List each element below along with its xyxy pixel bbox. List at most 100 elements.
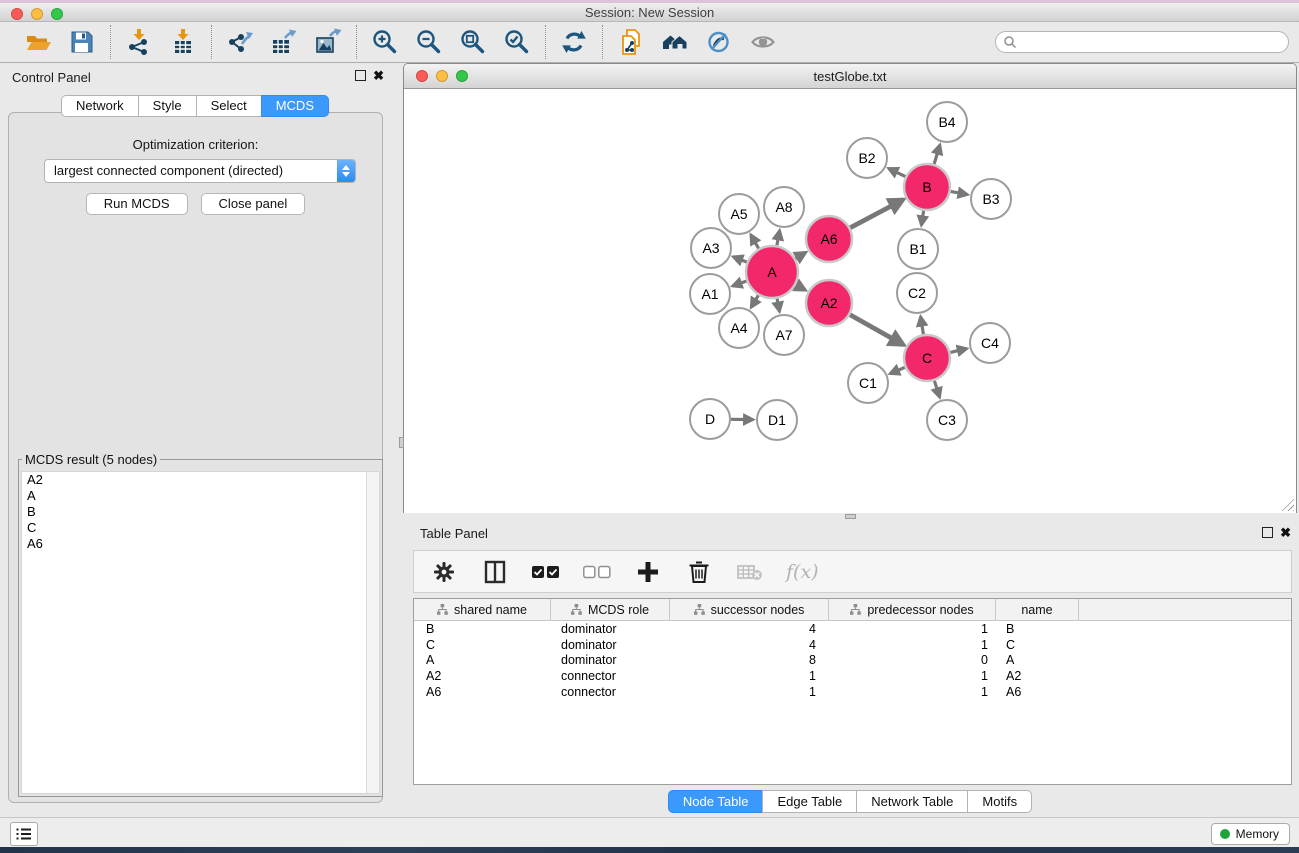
table-cell[interactable]: B bbox=[996, 622, 1079, 636]
tab-select[interactable]: Select bbox=[196, 95, 262, 117]
table-cell[interactable]: A2 bbox=[414, 669, 551, 683]
table-cell[interactable]: C bbox=[414, 638, 551, 652]
edge-A-A7[interactable] bbox=[777, 299, 779, 312]
tab-motifs[interactable]: Motifs bbox=[967, 790, 1032, 813]
hide-graphics-details-icon[interactable] bbox=[704, 27, 734, 57]
result-item[interactable]: A2 bbox=[22, 472, 379, 488]
table-cell[interactable]: 1 bbox=[829, 622, 996, 636]
table-cell[interactable]: A6 bbox=[996, 685, 1079, 699]
delete-table-icon[interactable] bbox=[735, 557, 765, 587]
select-all-rows-icon[interactable] bbox=[531, 557, 561, 587]
tab-network-table[interactable]: Network Table bbox=[856, 790, 968, 813]
add-column-icon[interactable] bbox=[633, 557, 663, 587]
table-cell[interactable]: connector bbox=[551, 685, 670, 699]
zoom-fit-icon[interactable] bbox=[458, 27, 488, 57]
table-cell[interactable]: 1 bbox=[829, 685, 996, 699]
tab-style[interactable]: Style bbox=[138, 95, 197, 117]
table-settings-icon[interactable] bbox=[429, 557, 459, 587]
deselect-all-rows-icon[interactable] bbox=[582, 557, 612, 587]
column-manager-icon[interactable] bbox=[480, 557, 510, 587]
close-panel-icon[interactable]: ✖ bbox=[373, 70, 384, 81]
memory-button[interactable]: Memory bbox=[1211, 823, 1290, 845]
result-list-scrollbar[interactable] bbox=[366, 472, 379, 793]
network-close-button[interactable] bbox=[416, 70, 428, 82]
search-input[interactable] bbox=[1022, 34, 1281, 51]
table-cell[interactable]: 1 bbox=[670, 669, 829, 683]
edge-A-A3[interactable] bbox=[733, 257, 747, 262]
table-cell[interactable]: 8 bbox=[670, 653, 829, 667]
column-header-MCDS-role[interactable]: MCDS role bbox=[551, 599, 670, 620]
table-cell[interactable]: A2 bbox=[996, 669, 1079, 683]
edge-B-B3[interactable] bbox=[951, 191, 968, 194]
edge-C-C4[interactable] bbox=[950, 349, 966, 353]
edge-A-A2[interactable] bbox=[796, 285, 806, 290]
edge-A-A6[interactable] bbox=[795, 253, 805, 259]
result-item[interactable]: A bbox=[22, 488, 379, 504]
table-cell[interactable]: dominator bbox=[551, 638, 670, 652]
table-cell[interactable]: A bbox=[996, 653, 1079, 667]
column-header-predecessor-nodes[interactable]: predecessor nodes bbox=[829, 599, 996, 620]
table-cell[interactable]: 1 bbox=[670, 685, 829, 699]
splitter-handle-bottom[interactable] bbox=[845, 514, 856, 519]
tab-edge-table[interactable]: Edge Table bbox=[762, 790, 857, 813]
run-mcds-button[interactable]: Run MCDS bbox=[86, 193, 188, 215]
column-header-successor-nodes[interactable]: successor nodes bbox=[670, 599, 829, 620]
edge-A-A4[interactable] bbox=[751, 295, 758, 307]
table-row[interactable]: Bdominator41B bbox=[414, 621, 1291, 637]
task-history-button[interactable] bbox=[10, 822, 38, 846]
table-cell[interactable]: 4 bbox=[670, 638, 829, 652]
edge-A-A5[interactable] bbox=[751, 235, 759, 249]
table-cell[interactable]: B bbox=[414, 622, 551, 636]
table-row[interactable]: A2connector11A2 bbox=[414, 668, 1291, 684]
tab-node-table[interactable]: Node Table bbox=[668, 790, 764, 813]
edge-A2-C[interactable] bbox=[850, 315, 904, 345]
network-canvas[interactable]: B4B2BB3A8A5A6A3B1AA1C2A2A4A7C4CC1C3DD1 bbox=[404, 89, 1296, 513]
edge-B-B1[interactable] bbox=[921, 211, 923, 225]
edge-C-C1[interactable] bbox=[890, 367, 905, 373]
table-cell[interactable]: A bbox=[414, 653, 551, 667]
edge-B-B4[interactable] bbox=[934, 145, 940, 164]
zoom-out-icon[interactable] bbox=[414, 27, 444, 57]
table-cell[interactable]: dominator bbox=[551, 622, 670, 636]
edge-C-C2[interactable] bbox=[921, 317, 924, 335]
function-builder-icon[interactable]: f(x) bbox=[786, 561, 819, 583]
table-cell[interactable]: 4 bbox=[670, 622, 829, 636]
result-item[interactable]: B bbox=[22, 504, 379, 520]
import-table-icon[interactable] bbox=[168, 27, 198, 57]
home-view-icon[interactable] bbox=[660, 27, 690, 57]
float-table-panel-icon[interactable] bbox=[1262, 527, 1273, 538]
table-row[interactable]: Cdominator41C bbox=[414, 637, 1291, 653]
export-network-icon[interactable] bbox=[225, 27, 255, 57]
edge-C-C3[interactable] bbox=[934, 381, 939, 397]
tab-mcds[interactable]: MCDS bbox=[261, 95, 329, 117]
edge-A-A8[interactable] bbox=[777, 231, 780, 246]
export-image-icon[interactable] bbox=[313, 27, 343, 57]
delete-column-icon[interactable] bbox=[684, 557, 714, 587]
edge-B-B2[interactable] bbox=[889, 168, 906, 176]
table-row[interactable]: Adominator80A bbox=[414, 652, 1291, 668]
search-field[interactable] bbox=[995, 31, 1289, 53]
zoom-in-icon[interactable] bbox=[370, 27, 400, 57]
clone-network-icon[interactable] bbox=[616, 27, 646, 57]
table-cell[interactable]: 1 bbox=[829, 669, 996, 683]
edge-A6-B[interactable] bbox=[850, 200, 903, 228]
table-cell[interactable]: A6 bbox=[414, 685, 551, 699]
import-network-icon[interactable] bbox=[124, 27, 154, 57]
optimization-criterion-select[interactable]: largest connected component (directed) bbox=[44, 159, 356, 183]
close-table-panel-icon[interactable]: ✖ bbox=[1280, 527, 1291, 538]
result-item[interactable]: A6 bbox=[22, 536, 379, 552]
column-header-shared-name[interactable]: shared name bbox=[414, 599, 551, 620]
table-row[interactable]: A6connector11A6 bbox=[414, 684, 1291, 700]
export-table-icon[interactable] bbox=[269, 27, 299, 57]
splitter-handle-left[interactable] bbox=[399, 437, 404, 448]
network-zoom-button[interactable] bbox=[456, 70, 468, 82]
birds-eye-view-icon[interactable] bbox=[748, 27, 778, 57]
close-panel-button[interactable]: Close panel bbox=[201, 193, 306, 215]
open-session-icon[interactable] bbox=[23, 27, 53, 57]
table-cell[interactable]: C bbox=[996, 638, 1079, 652]
tab-network[interactable]: Network bbox=[61, 95, 139, 117]
zoom-selected-icon[interactable] bbox=[502, 27, 532, 57]
edge-A-A1[interactable] bbox=[733, 281, 747, 286]
table-cell[interactable]: 1 bbox=[829, 638, 996, 652]
refresh-layout-icon[interactable] bbox=[559, 27, 589, 57]
